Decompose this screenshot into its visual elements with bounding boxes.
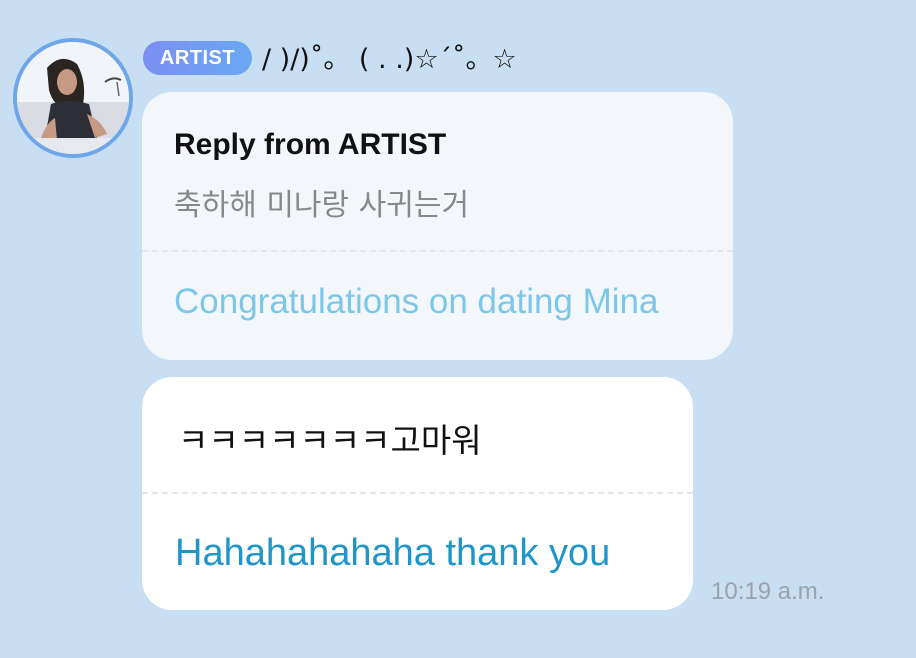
reply-divider (142, 250, 733, 252)
message-bubble[interactable]: ㅋㅋㅋㅋㅋㅋㅋ고마워 Hahahahahaha thank you (142, 377, 693, 610)
message-original-text: ㅋㅋㅋㅋㅋㅋㅋ고마워 (178, 421, 482, 460)
avatar-photo (17, 42, 129, 154)
avatar[interactable] (13, 38, 133, 158)
message-timestamp: 10:19 a.m. (711, 578, 825, 605)
reply-title: Reply from ARTIST (174, 128, 447, 161)
reply-original-text: 축하해 미나랑 사귀는거 (174, 188, 470, 223)
reply-bubble[interactable]: Reply from ARTIST 축하해 미나랑 사귀는거 Congratul… (142, 92, 733, 360)
artist-badge: ARTIST (143, 41, 252, 75)
message-divider (142, 492, 693, 494)
artist-name[interactable]: / )/)˚。 ( . .)☆´˚。☆ (262, 40, 517, 80)
message-translation-text: Hahahahahaha thank you (175, 532, 611, 574)
reply-translation-text: Congratulations on dating Mina (174, 282, 659, 321)
